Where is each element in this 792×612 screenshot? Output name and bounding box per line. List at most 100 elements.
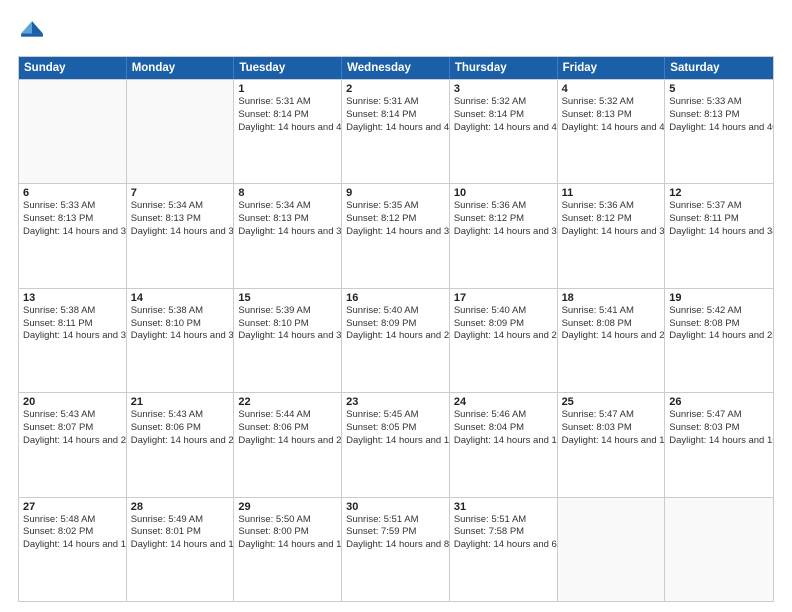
daylight-line: Daylight: 14 hours and 11 minutes. — [131, 539, 230, 552]
page: SundayMondayTuesdayWednesdayThursdayFrid… — [0, 0, 792, 612]
sunrise-line: Sunrise: 5:49 AM — [131, 514, 230, 527]
calendar-cell: 23Sunrise: 5:45 AMSunset: 8:05 PMDayligh… — [342, 393, 450, 496]
day-number: 1 — [238, 83, 337, 95]
day-number: 20 — [23, 396, 122, 408]
sunrise-line: Sunrise: 5:40 AM — [346, 305, 445, 318]
daylight-line: Daylight: 14 hours and 16 minutes. — [562, 435, 661, 448]
daylight-line: Daylight: 14 hours and 25 minutes. — [669, 330, 769, 343]
calendar-cell: 22Sunrise: 5:44 AMSunset: 8:06 PMDayligh… — [234, 393, 342, 496]
daylight-line: Daylight: 14 hours and 35 minutes. — [562, 226, 661, 239]
weekday-label: Tuesday — [234, 57, 342, 79]
sunrise-line: Sunrise: 5:51 AM — [454, 514, 553, 527]
calendar-cell: 20Sunrise: 5:43 AMSunset: 8:07 PMDayligh… — [19, 393, 127, 496]
sunrise-line: Sunrise: 5:45 AM — [346, 409, 445, 422]
sunset-line: Sunset: 8:13 PM — [562, 109, 661, 122]
calendar-cell: 11Sunrise: 5:36 AMSunset: 8:12 PMDayligh… — [558, 184, 666, 287]
calendar-cell: 5Sunrise: 5:33 AMSunset: 8:13 PMDaylight… — [665, 80, 773, 183]
sunset-line: Sunset: 8:12 PM — [346, 213, 445, 226]
daylight-line: Daylight: 14 hours and 26 minutes. — [562, 330, 661, 343]
sunset-line: Sunset: 8:14 PM — [346, 109, 445, 122]
daylight-line: Daylight: 14 hours and 10 minutes. — [238, 539, 337, 552]
daylight-line: Daylight: 14 hours and 41 minutes. — [562, 122, 661, 135]
sunrise-line: Sunrise: 5:47 AM — [669, 409, 769, 422]
day-number: 28 — [131, 501, 230, 513]
calendar-cell — [19, 80, 127, 183]
daylight-line: Daylight: 14 hours and 15 minutes. — [669, 435, 769, 448]
calendar-cell — [127, 80, 235, 183]
day-number: 26 — [669, 396, 769, 408]
weekday-label: Thursday — [450, 57, 558, 79]
sunset-line: Sunset: 8:11 PM — [669, 213, 769, 226]
daylight-line: Daylight: 14 hours and 22 minutes. — [131, 435, 230, 448]
calendar-cell: 31Sunrise: 5:51 AMSunset: 7:58 PMDayligh… — [450, 498, 558, 601]
daylight-line: Daylight: 14 hours and 28 minutes. — [454, 330, 553, 343]
sunset-line: Sunset: 8:08 PM — [669, 318, 769, 331]
day-number: 25 — [562, 396, 661, 408]
sunrise-line: Sunrise: 5:33 AM — [23, 200, 122, 213]
day-number: 30 — [346, 501, 445, 513]
day-number: 10 — [454, 187, 553, 199]
daylight-line: Daylight: 14 hours and 24 minutes. — [23, 435, 122, 448]
logo — [18, 18, 50, 46]
calendar-cell: 1Sunrise: 5:31 AMSunset: 8:14 PMDaylight… — [234, 80, 342, 183]
sunset-line: Sunset: 8:02 PM — [23, 526, 122, 539]
calendar-body: 1Sunrise: 5:31 AMSunset: 8:14 PMDaylight… — [19, 79, 773, 601]
calendar-cell: 10Sunrise: 5:36 AMSunset: 8:12 PMDayligh… — [450, 184, 558, 287]
calendar-cell: 14Sunrise: 5:38 AMSunset: 8:10 PMDayligh… — [127, 289, 235, 392]
day-number: 19 — [669, 292, 769, 304]
daylight-line: Daylight: 14 hours and 37 minutes. — [346, 226, 445, 239]
sunset-line: Sunset: 8:13 PM — [23, 213, 122, 226]
sunset-line: Sunset: 8:11 PM — [23, 318, 122, 331]
calendar-cell: 25Sunrise: 5:47 AMSunset: 8:03 PMDayligh… — [558, 393, 666, 496]
weekday-label: Friday — [558, 57, 666, 79]
calendar-cell: 30Sunrise: 5:51 AMSunset: 7:59 PMDayligh… — [342, 498, 450, 601]
sunset-line: Sunset: 8:13 PM — [238, 213, 337, 226]
day-number: 27 — [23, 501, 122, 513]
calendar-cell: 13Sunrise: 5:38 AMSunset: 8:11 PMDayligh… — [19, 289, 127, 392]
weekday-label: Wednesday — [342, 57, 450, 79]
sunset-line: Sunset: 7:58 PM — [454, 526, 553, 539]
sunset-line: Sunset: 8:12 PM — [562, 213, 661, 226]
calendar-row: 1Sunrise: 5:31 AMSunset: 8:14 PMDaylight… — [19, 79, 773, 183]
sunset-line: Sunset: 8:08 PM — [562, 318, 661, 331]
sunrise-line: Sunrise: 5:38 AM — [23, 305, 122, 318]
calendar-cell: 17Sunrise: 5:40 AMSunset: 8:09 PMDayligh… — [450, 289, 558, 392]
daylight-line: Daylight: 14 hours and 38 minutes. — [131, 226, 230, 239]
sunrise-line: Sunrise: 5:34 AM — [131, 200, 230, 213]
sunset-line: Sunset: 8:07 PM — [23, 422, 122, 435]
day-number: 22 — [238, 396, 337, 408]
calendar-cell: 7Sunrise: 5:34 AMSunset: 8:13 PMDaylight… — [127, 184, 235, 287]
day-number: 24 — [454, 396, 553, 408]
sunset-line: Sunset: 8:04 PM — [454, 422, 553, 435]
calendar-cell: 28Sunrise: 5:49 AMSunset: 8:01 PMDayligh… — [127, 498, 235, 601]
daylight-line: Daylight: 14 hours and 8 minutes. — [346, 539, 445, 552]
sunrise-line: Sunrise: 5:38 AM — [131, 305, 230, 318]
daylight-line: Daylight: 14 hours and 18 minutes. — [454, 435, 553, 448]
sunset-line: Sunset: 8:14 PM — [238, 109, 337, 122]
day-number: 31 — [454, 501, 553, 513]
sunrise-line: Sunrise: 5:36 AM — [562, 200, 661, 213]
sunset-line: Sunset: 8:10 PM — [238, 318, 337, 331]
weekday-label: Monday — [127, 57, 235, 79]
weekday-label: Sunday — [19, 57, 127, 79]
sunrise-line: Sunrise: 5:42 AM — [669, 305, 769, 318]
sunrise-line: Sunrise: 5:36 AM — [454, 200, 553, 213]
sunrise-line: Sunrise: 5:34 AM — [238, 200, 337, 213]
calendar-row: 6Sunrise: 5:33 AMSunset: 8:13 PMDaylight… — [19, 183, 773, 287]
calendar-cell — [665, 498, 773, 601]
daylight-line: Daylight: 14 hours and 6 minutes. — [454, 539, 553, 552]
day-number: 16 — [346, 292, 445, 304]
day-number: 29 — [238, 501, 337, 513]
sunset-line: Sunset: 8:14 PM — [454, 109, 553, 122]
weekday-label: Saturday — [665, 57, 773, 79]
daylight-line: Daylight: 14 hours and 42 minutes. — [238, 122, 337, 135]
sunset-line: Sunset: 8:06 PM — [238, 422, 337, 435]
calendar: SundayMondayTuesdayWednesdayThursdayFrid… — [18, 56, 774, 602]
calendar-cell: 3Sunrise: 5:32 AMSunset: 8:14 PMDaylight… — [450, 80, 558, 183]
day-number: 3 — [454, 83, 553, 95]
day-number: 8 — [238, 187, 337, 199]
calendar-cell: 6Sunrise: 5:33 AMSunset: 8:13 PMDaylight… — [19, 184, 127, 287]
calendar-cell: 27Sunrise: 5:48 AMSunset: 8:02 PMDayligh… — [19, 498, 127, 601]
day-number: 12 — [669, 187, 769, 199]
calendar-cell: 2Sunrise: 5:31 AMSunset: 8:14 PMDaylight… — [342, 80, 450, 183]
